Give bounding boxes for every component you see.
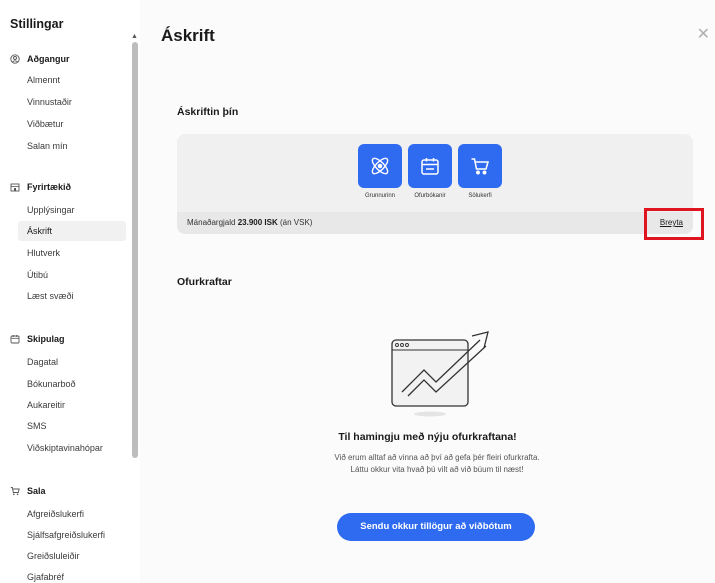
sidebar-item-sjalfsafgreidslukerfi[interactable]: Sjálfsafgreiðslukerfi [18, 525, 126, 545]
calendar-icon [10, 334, 20, 344]
sidebar-item-utibu[interactable]: Útibú [18, 265, 126, 285]
user-circle-icon [10, 54, 20, 64]
section-access: Aðgangur [10, 54, 70, 64]
module-label: Ofurbókanir [414, 193, 446, 199]
sidebar-item-vinnustadir[interactable]: Vinnustaðir [18, 92, 126, 112]
module-tile-ofurbokanir[interactable]: Ofurbókanir [407, 144, 453, 199]
module-tile-grunnurinn[interactable]: Grunnurinn [357, 144, 403, 199]
section-label: Fyrirtækið [27, 182, 72, 192]
highlight-box [644, 208, 704, 240]
sidebar-item-vidskiptavinahopar[interactable]: Viðskiptavinahópar [18, 438, 126, 458]
price-prefix: Mánaðargjald [187, 218, 236, 227]
scroll-up-arrow-icon[interactable]: ▲ [131, 33, 138, 40]
settings-sidebar: Stillingar ▲ Aðgangur Almennt Vinnustaði… [0, 0, 140, 583]
growth-chart-illustration-icon [391, 331, 489, 417]
section-planning: Skipulag [10, 334, 65, 344]
sidebar-item-vidbaetur[interactable]: Viðbætur [18, 114, 126, 134]
superpowers-heading: Ofurkraftar [177, 276, 232, 288]
calendar-icon [408, 144, 452, 188]
sidebar-item-bokunarbod[interactable]: Bókunarboð [18, 374, 126, 394]
send-suggestions-button[interactable]: Sendu okkur tillögur að viðbótum [337, 513, 535, 541]
main-panel: Áskrift ✕ Áskriftin þín Grunnurinn Ofurb… [140, 0, 715, 583]
section-label: Skipulag [27, 334, 65, 344]
sidebar-item-askrift[interactable]: Áskrift [18, 221, 126, 241]
sidebar-item-hlutverk[interactable]: Hlutverk [18, 243, 126, 263]
price-value: 23.900 ISK [237, 218, 278, 227]
congrats-title: Til hamingju með nýju ofurkraftana! [338, 431, 517, 443]
price-suffix: (án VSK) [279, 218, 313, 227]
subscription-heading: Áskriftin þín [177, 106, 239, 118]
sidebar-item-afgreidslukerfi[interactable]: Afgreiðslukerfi [18, 504, 126, 524]
module-tile-solukerfi[interactable]: Sölukerfi [457, 144, 503, 199]
sidebar-item-almennt[interactable]: Almennt [18, 70, 126, 90]
cart-icon [458, 144, 502, 188]
sidebar-scrollbar[interactable] [132, 42, 138, 458]
page-title: Áskrift [161, 26, 215, 45]
close-icon[interactable]: ✕ [697, 27, 710, 43]
subscription-footer: Mánaðargjald 23.900 ISK (án VSK) Breyta [177, 212, 693, 234]
sidebar-item-aukareitir[interactable]: Aukareitir [18, 395, 126, 415]
atom-icon [358, 144, 402, 188]
sidebar-item-gjafabref[interactable]: Gjafabréf [18, 567, 126, 583]
sidebar-item-laest-svaedi[interactable]: Læst svæði [18, 286, 126, 306]
monthly-price: Mánaðargjald 23.900 ISK (án VSK) [187, 218, 312, 227]
sidebar-item-sms[interactable]: SMS [18, 416, 126, 436]
module-label: Grunnurinn [364, 193, 396, 199]
module-label: Sölukerfi [468, 193, 492, 199]
section-company: Fyrirtækið [10, 182, 71, 192]
sidebar-item-salan-min[interactable]: Salan mín [18, 136, 126, 156]
sidebar-title: Stillingar [10, 17, 64, 31]
subscription-card: Grunnurinn Ofurbókanir Sölukerfi Mánaðar… [177, 134, 693, 234]
cart-icon [10, 486, 20, 496]
sidebar-item-upplysingar[interactable]: Upplýsingar [18, 200, 126, 220]
sidebar-item-dagatal[interactable]: Dagatal [18, 352, 126, 372]
section-sales: Sala [10, 486, 46, 496]
sidebar-item-greidsluleidir[interactable]: Greiðsluleiðir [18, 546, 126, 566]
congrats-text: Við erum alltaf að vinna að því að gefa … [334, 453, 540, 474]
section-label: Aðgangur [27, 54, 70, 64]
building-icon [10, 182, 20, 192]
section-label: Sala [27, 486, 46, 496]
